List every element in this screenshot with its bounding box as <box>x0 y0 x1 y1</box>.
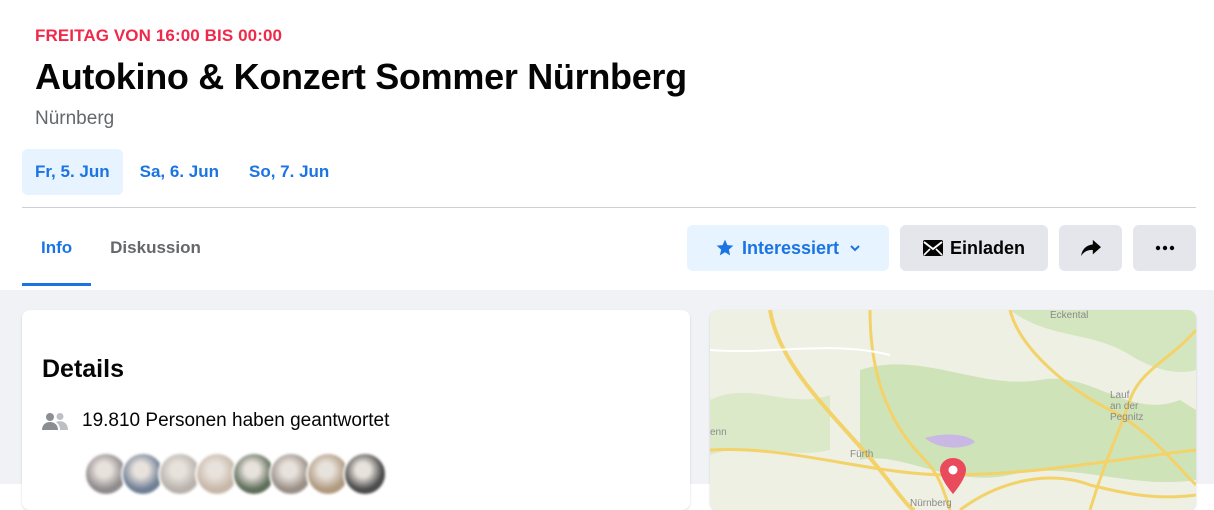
day-tab-sun[interactable]: So, 7. Jun <box>236 149 342 195</box>
interested-button[interactable]: Interessiert <box>687 225 889 271</box>
day-tabs: Fr, 5. Jun Sa, 6. Jun So, 7. Jun <box>22 149 342 195</box>
event-location[interactable]: Nürnberg <box>35 108 114 130</box>
header-divider <box>22 207 1196 208</box>
more-dots-icon <box>1155 245 1175 251</box>
tab-diskussion[interactable]: Diskussion <box>91 210 220 286</box>
chevron-down-icon <box>849 242 861 254</box>
event-actions: Interessiert Einladen <box>687 225 1196 271</box>
interested-label: Interessiert <box>741 237 840 258</box>
event-content: Details 19.810 Personen haben geantworte… <box>0 290 1214 510</box>
avatar[interactable] <box>343 452 387 496</box>
map-label-nuernberg: Nürnberg <box>910 498 952 509</box>
map-label-enn: enn <box>710 427 727 438</box>
map-label-fuerth: Fürth <box>850 449 873 460</box>
event-title: Autokino & Konzert Sommer Nürnberg <box>35 56 687 97</box>
envelope-icon <box>922 240 943 256</box>
tab-info[interactable]: Info <box>22 210 92 286</box>
day-tab-fri[interactable]: Fr, 5. Jun <box>22 149 123 195</box>
event-map[interactable]: Eckental Lauf an der Pegnitz Fürth enn Nür… <box>710 310 1196 510</box>
event-header: FREITAG VON 16:00 BIS 00:00 Autokino & K… <box>0 0 1214 290</box>
responses-text: 19.810 Personen haben geantwortet <box>82 410 390 431</box>
attendee-avatars[interactable] <box>84 452 387 496</box>
star-icon <box>715 238 735 258</box>
more-button[interactable] <box>1133 225 1196 271</box>
day-tab-sat[interactable]: Sa, 6. Jun <box>127 149 232 195</box>
event-date-line: FREITAG VON 16:00 BIS 00:00 <box>35 26 283 45</box>
details-title: Details <box>42 355 124 383</box>
invite-label: Einladen <box>949 237 1025 258</box>
details-card: Details 19.810 Personen haben geantworte… <box>22 310 690 510</box>
responses-row[interactable]: 19.810 Personen haben geantwortet <box>42 410 389 432</box>
event-nav-tabs: Info Diskussion <box>22 210 220 286</box>
share-button[interactable] <box>1059 225 1122 271</box>
invite-button[interactable]: Einladen <box>900 225 1048 271</box>
people-icon <box>42 412 68 430</box>
map-label-eckental: Eckental <box>1050 310 1088 321</box>
share-arrow-icon <box>1080 238 1102 258</box>
